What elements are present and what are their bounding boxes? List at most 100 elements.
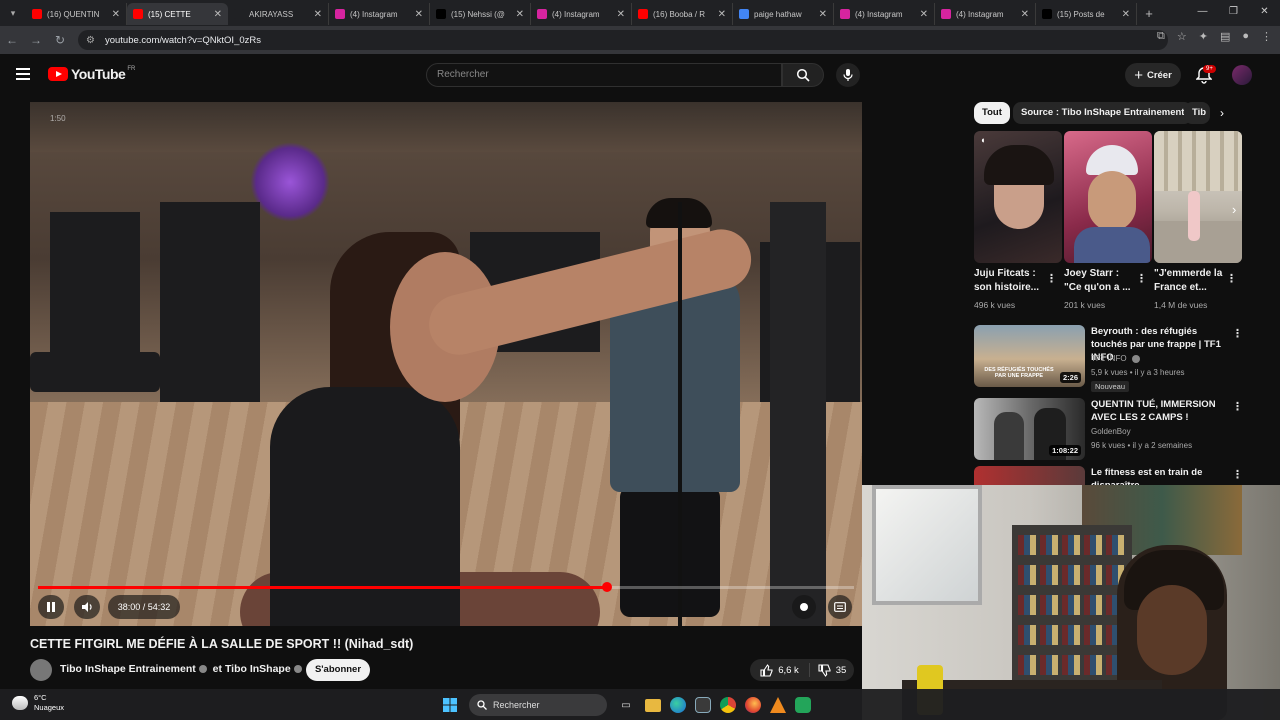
taskbar-search[interactable]: Rechercher: [469, 694, 607, 716]
subscribe-button[interactable]: S'abonner: [306, 659, 370, 681]
short-title[interactable]: Joey Starr : "Ce qu'on a ...: [1064, 267, 1136, 295]
store-icon[interactable]: [695, 697, 711, 713]
related-channel-name[interactable]: TF1 INFO: [1091, 354, 1127, 363]
channel-link[interactable]: Tibo InShape Entrainement: [60, 663, 196, 675]
back-icon[interactable]: ←: [0, 33, 24, 47]
close-window-icon[interactable]: ✕: [1249, 0, 1280, 24]
short-title[interactable]: "J'emmerde la France et...: [1154, 267, 1226, 295]
short-more-icon[interactable]: ⋮: [1226, 272, 1237, 285]
chip-all[interactable]: Tout: [974, 102, 1010, 124]
channel-avatar[interactable]: [30, 659, 52, 681]
file-explorer-icon[interactable]: [645, 698, 661, 712]
cast-icon[interactable]: ⧉: [1157, 30, 1165, 43]
chips-next-chevron-icon[interactable]: ›: [1220, 106, 1224, 120]
new-tab-button[interactable]: +: [1137, 6, 1161, 21]
browser-menu-icon[interactable]: ⋮: [1261, 30, 1272, 43]
short-thumbnail[interactable]: [1154, 131, 1242, 263]
browser-tab[interactable]: AKIRAYASS ✕: [228, 3, 329, 25]
volume-button[interactable]: [74, 595, 100, 619]
profile-icon[interactable]: ●: [1242, 30, 1249, 43]
related-title[interactable]: Le fitness est en train de disparaître: [1091, 466, 1231, 485]
browser-toolbar: ← → ↻ ⚙ youtube.com/watch?v=QNktOI_0zRs …: [0, 26, 1280, 54]
progress-scrubber[interactable]: [601, 582, 612, 592]
related-thumbnail[interactable]: DES RÉFUGIÉS TOUCHÉS PAR UNE FRAPPE 2:26: [974, 325, 1085, 387]
video-player[interactable]: 1:50 38:00 / 54:32: [30, 102, 862, 626]
shorts-next-chevron-icon[interactable]: ›: [1232, 202, 1236, 217]
pause-button[interactable]: [38, 595, 64, 619]
browser-tab[interactable]: (15) Posts de ✕: [1036, 3, 1137, 25]
channel-link-second[interactable]: Tibo InShape: [225, 663, 291, 675]
dislike-button[interactable]: 35: [810, 663, 854, 677]
close-tab-icon[interactable]: ✕: [617, 9, 625, 20]
short-title[interactable]: Juju Fitcats : son histoire...: [974, 267, 1046, 295]
close-tab-icon[interactable]: ✕: [112, 9, 120, 20]
reload-icon[interactable]: ↻: [48, 33, 72, 47]
weather-condition: Nuageux: [34, 703, 65, 712]
like-button[interactable]: 6,6 k: [750, 663, 810, 677]
related-channel[interactable]: GoldenBoy: [1091, 427, 1131, 436]
task-view-icon[interactable]: ▭: [616, 695, 636, 715]
browser-tab[interactable]: (16) Booba / R ✕: [632, 3, 733, 25]
vlc-icon[interactable]: [770, 697, 786, 713]
chrome-icon[interactable]: [720, 697, 736, 713]
browser-tab[interactable]: (16) QUENTIN ✕: [26, 3, 127, 25]
address-bar[interactable]: ⚙ youtube.com/watch?v=QNktOI_0zRs: [78, 30, 1168, 50]
tab-groups-icon[interactable]: ▤: [1220, 30, 1230, 43]
tab-search-chevron-icon[interactable]: ▾: [0, 0, 26, 26]
windows-start-icon[interactable]: [440, 695, 460, 715]
browser-tab[interactable]: (4) Instagram ✕: [935, 3, 1036, 25]
browser-tab[interactable]: (15) Nehssi (@ ✕: [430, 3, 531, 25]
chip-source[interactable]: Source : Tibo InShape Entrainement: [1013, 102, 1193, 124]
discord-icon[interactable]: [795, 697, 811, 713]
related-thumbnail[interactable]: [974, 466, 1085, 485]
account-avatar[interactable]: [1232, 65, 1252, 85]
chip-more[interactable]: Tib: [1184, 102, 1210, 124]
related-title[interactable]: QUENTIN TUÉ, IMMERSION AVEC LES 2 CAMPS …: [1091, 398, 1231, 424]
close-tab-icon[interactable]: ✕: [516, 9, 524, 20]
related-meta: 96 k vues • il y a 2 semaines: [1091, 441, 1193, 450]
site-info-icon[interactable]: ⚙: [86, 35, 95, 46]
browser-tab[interactable]: (4) Instagram ✕: [531, 3, 632, 25]
short-more-icon[interactable]: ⋮: [1046, 272, 1057, 285]
edge-icon[interactable]: [670, 697, 686, 713]
bookmark-star-icon[interactable]: ☆: [1177, 30, 1187, 43]
tab-title: (4) Instagram: [552, 9, 600, 19]
close-tab-icon[interactable]: ✕: [1021, 9, 1029, 20]
related-more-icon[interactable]: ⋮: [1232, 400, 1243, 413]
youtube-logo[interactable]: YouTube FR: [48, 66, 135, 82]
autoplay-toggle[interactable]: [792, 595, 816, 619]
maximize-icon[interactable]: ❐: [1218, 0, 1249, 24]
close-tab-icon[interactable]: ✕: [415, 9, 423, 20]
search-button[interactable]: [782, 63, 824, 87]
related-more-icon[interactable]: ⋮: [1232, 327, 1243, 340]
menu-hamburger-icon[interactable]: [16, 68, 30, 83]
search-input[interactable]: Rechercher: [426, 63, 782, 87]
extensions-icon[interactable]: ✦: [1199, 30, 1208, 43]
close-tab-icon[interactable]: ✕: [718, 9, 726, 20]
short-more-icon[interactable]: ⋮: [1136, 272, 1147, 285]
browser-tab[interactable]: (15) CETTE ✕: [127, 3, 228, 25]
browser-tab[interactable]: (4) Instagram ✕: [329, 3, 430, 25]
forward-icon[interactable]: →: [24, 33, 48, 47]
related-more-icon[interactable]: ⋮: [1232, 468, 1243, 481]
minimize-icon[interactable]: —: [1187, 0, 1218, 24]
weather-widget[interactable]: 6°C Nuageux: [12, 693, 64, 713]
close-tab-icon[interactable]: ✕: [214, 9, 222, 20]
short-thumbnail[interactable]: [1064, 131, 1152, 263]
windows-logo-icon: [443, 698, 457, 712]
browser-tab[interactable]: paige hathaw ✕: [733, 3, 834, 25]
related-thumbnail[interactable]: 1:08:22: [974, 398, 1085, 460]
voice-search-button[interactable]: [836, 63, 860, 87]
close-tab-icon[interactable]: ✕: [920, 9, 928, 20]
short-thumbnail[interactable]: ◖: [974, 131, 1062, 263]
subtitles-button[interactable]: [828, 595, 852, 619]
firefox-icon[interactable]: [745, 697, 761, 713]
progress-bar[interactable]: [38, 582, 854, 592]
channel-names: Tibo InShape Entrainement et Tibo InShap…: [60, 663, 305, 675]
close-tab-icon[interactable]: ✕: [314, 9, 322, 20]
close-tab-icon[interactable]: ✕: [819, 9, 827, 20]
create-button[interactable]: + Créer: [1125, 63, 1181, 87]
close-tab-icon[interactable]: ✕: [1122, 9, 1130, 20]
temperature: 6°C: [34, 693, 47, 702]
browser-tab[interactable]: (4) Instagram ✕: [834, 3, 935, 25]
